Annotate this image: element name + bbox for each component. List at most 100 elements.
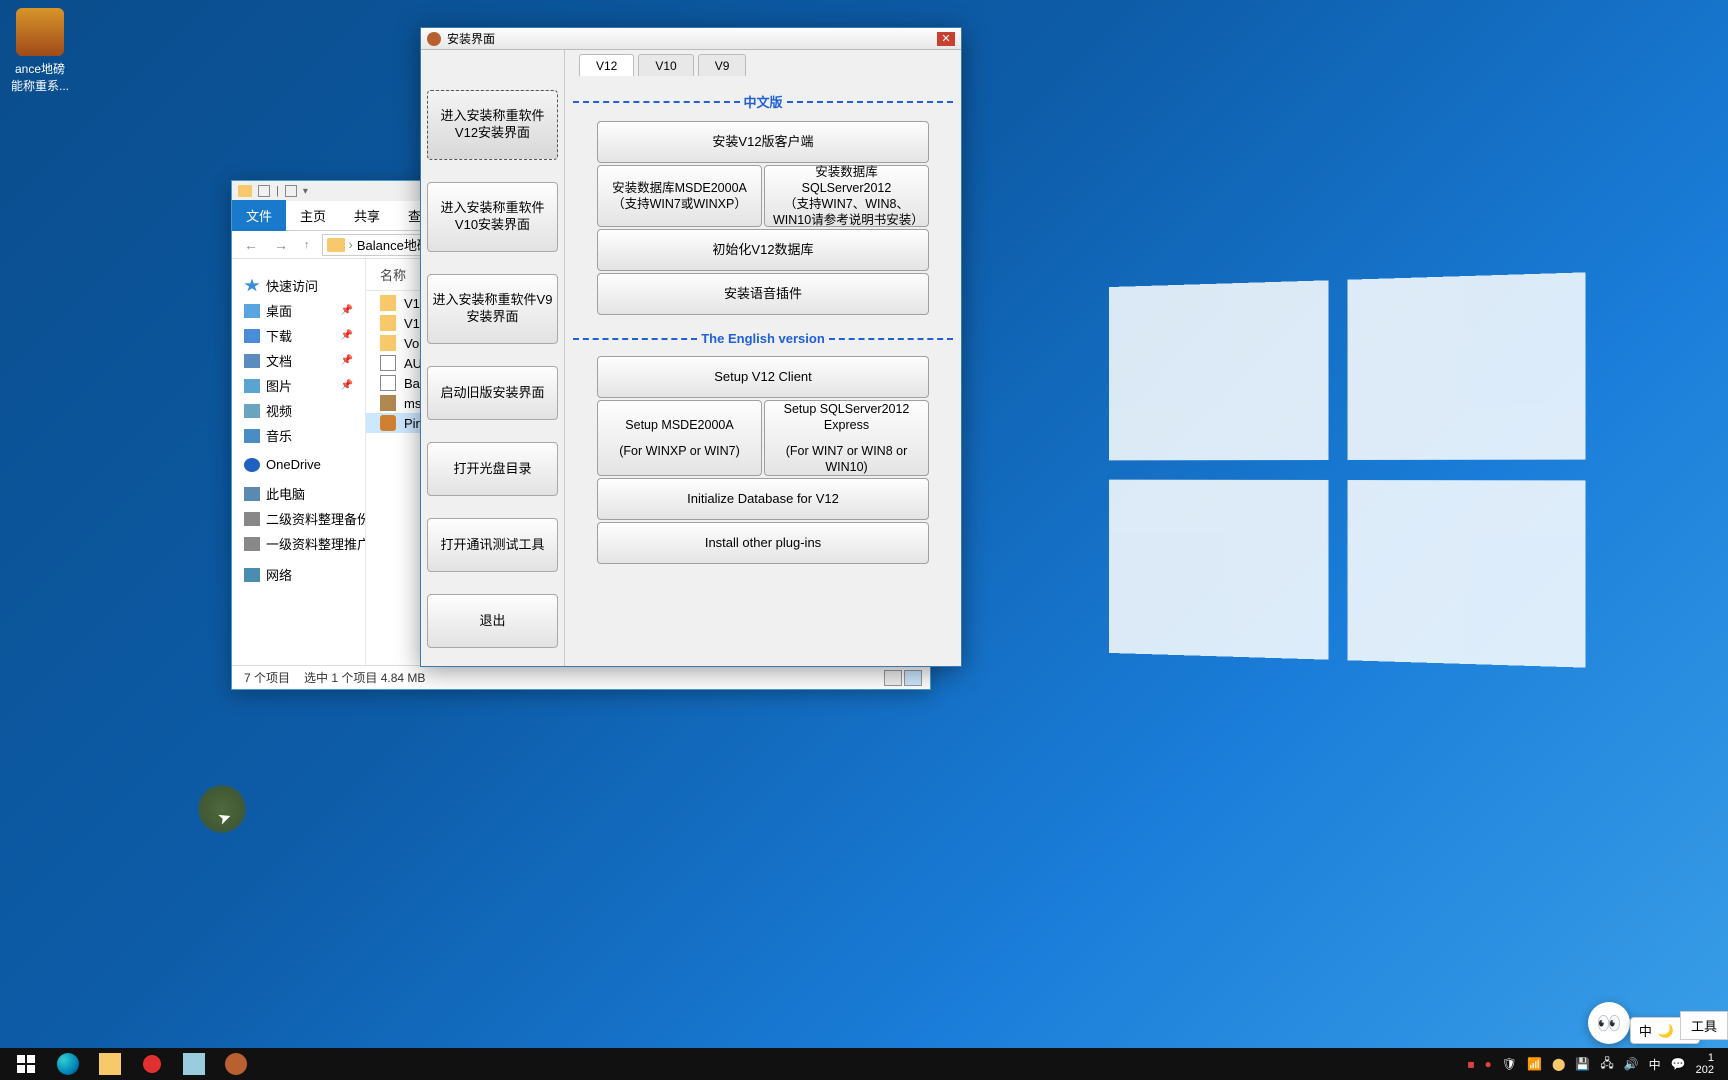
tray-icon[interactable]: 📶: [1527, 1057, 1542, 1071]
setup-sqlserver-button[interactable]: Setup SQLServer2012 Express (For WIN7 or…: [764, 400, 929, 476]
enter-v12-button[interactable]: 进入安装称重软件 V12安装界面: [427, 90, 558, 160]
file-icon: [380, 355, 396, 371]
taskbar-installer[interactable]: [216, 1048, 256, 1080]
status-bar: 7 个项目 选中 1 个项目 4.84 MB: [232, 665, 930, 689]
tray-icon[interactable]: 💾: [1575, 1057, 1590, 1071]
view-details-button[interactable]: [884, 670, 902, 686]
open-comm-test-button[interactable]: 打开通讯测试工具: [427, 518, 558, 572]
init-db-en-button[interactable]: Initialize Database for V12: [597, 478, 929, 520]
download-icon: [244, 329, 260, 343]
nav-quick-access[interactable]: 快速访问: [232, 273, 365, 298]
tray-network-icon[interactable]: 🖧: [1600, 1054, 1613, 1075]
notepad-icon: [183, 1053, 205, 1075]
init-v12-db-button[interactable]: 初始化V12数据库: [597, 229, 929, 271]
star-icon: [244, 279, 260, 293]
nav-up-icon[interactable]: ↑: [300, 239, 314, 251]
installer-titlebar[interactable]: 安装界面 ✕: [421, 28, 961, 50]
tray-volume-icon[interactable]: 🔊: [1624, 1057, 1639, 1071]
taskbar-explorer[interactable]: [90, 1048, 130, 1080]
tray-record-icon[interactable]: ●: [1485, 1057, 1492, 1071]
install-plugins-en-button[interactable]: Install other plug-ins: [597, 522, 929, 564]
enter-v9-button[interactable]: 进入安装称重软件V9安装界面: [427, 274, 558, 344]
english-section-header: The English version: [573, 331, 953, 346]
nav-forward-icon[interactable]: →: [270, 237, 292, 253]
file-icon: [380, 375, 396, 391]
installer-icon: [225, 1053, 247, 1075]
nav-videos[interactable]: 视频: [232, 398, 365, 423]
start-button[interactable]: [6, 1048, 46, 1080]
nav-documents[interactable]: 文档: [232, 348, 365, 373]
app-icon: [427, 32, 441, 46]
windows-logo-backdrop: [1109, 272, 1585, 667]
install-voice-plugin-button[interactable]: 安装语音插件: [597, 273, 929, 315]
nav-drive[interactable]: 二级资料整理备份统: [232, 506, 365, 531]
nav-network[interactable]: 网络: [232, 562, 365, 587]
setup-v12-client-button[interactable]: Setup V12 Client: [597, 356, 929, 398]
edge-icon: [57, 1053, 79, 1075]
tab-file[interactable]: 文件: [232, 200, 286, 231]
navigation-pane: 快速访问 桌面 下载 文档 图片 视频 音乐 OneDrive 此电脑 二级资料…: [232, 259, 366, 665]
desktop-icon: [244, 304, 260, 318]
nav-this-pc[interactable]: 此电脑: [232, 481, 365, 506]
qat-button[interactable]: [285, 185, 297, 197]
installer-window[interactable]: 安装界面 ✕ 进入安装称重软件 V12安装界面 进入安装称重软件V10安装界面 …: [420, 27, 962, 667]
open-cd-dir-button[interactable]: 打开光盘目录: [427, 442, 558, 496]
enter-v10-button[interactable]: 进入安装称重软件V10安装界面: [427, 182, 558, 252]
tab-v9[interactable]: V9: [698, 54, 747, 76]
tab-v10[interactable]: V10: [638, 54, 693, 76]
desktop-shortcut[interactable]: ance地磅 能称重系...: [5, 8, 75, 94]
installer-main: V12 V10 V9 中文版 安装V12版客户端 安装数据库MSDE2000A …: [565, 50, 961, 666]
taskbar-clock[interactable]: 1 202: [1696, 1052, 1714, 1076]
desktop-shortcut-label: ance地磅 能称重系...: [5, 60, 75, 94]
folder-icon: [380, 315, 396, 331]
install-sqlserver-button[interactable]: 安装数据库SQLServer2012 （支持WIN7、WIN8、WIN10请参考…: [764, 165, 929, 227]
tool-button[interactable]: 工具: [1680, 1011, 1728, 1040]
nav-onedrive[interactable]: OneDrive: [232, 454, 365, 475]
folder-icon: [380, 335, 396, 351]
record-icon: [143, 1055, 161, 1073]
pc-icon: [244, 487, 260, 501]
nav-downloads[interactable]: 下载: [232, 323, 365, 348]
nav-music[interactable]: 音乐: [232, 423, 365, 448]
exit-button[interactable]: 退出: [427, 594, 558, 648]
version-tabs: V12 V10 V9: [573, 50, 953, 76]
nav-desktop[interactable]: 桌面: [232, 298, 365, 323]
tray-icon[interactable]: 🛡: [1502, 1057, 1517, 1071]
assistant-bubble[interactable]: 👀: [1588, 1002, 1630, 1044]
view-icons-button[interactable]: [904, 670, 922, 686]
tray-notification-icon[interactable]: 💬: [1671, 1057, 1686, 1071]
tray-icon[interactable]: ⬤: [1552, 1057, 1565, 1071]
launch-old-installer-button[interactable]: 启动旧版安装界面: [427, 366, 558, 420]
folder-icon: [380, 295, 396, 311]
nav-drive[interactable]: 一级资料整理推广19: [232, 531, 365, 556]
folder-icon: [238, 185, 252, 197]
videos-icon: [244, 404, 260, 418]
installer-sidebar: 进入安装称重软件 V12安装界面 进入安装称重软件V10安装界面 进入安装称重软…: [421, 50, 565, 666]
qat-button[interactable]: [258, 185, 270, 197]
network-icon: [244, 568, 260, 582]
close-button[interactable]: ✕: [937, 32, 955, 46]
document-icon: [244, 354, 260, 368]
system-tray: ⏹ ● 🛡 📶 ⬤ 💾 🖧 🔊 中 💬 1 202: [1468, 1052, 1723, 1076]
tab-share[interactable]: 共享: [340, 200, 394, 231]
file-icon: [380, 415, 396, 431]
taskbar-edge[interactable]: [48, 1048, 88, 1080]
drive-icon: [244, 512, 260, 526]
tab-home[interactable]: 主页: [286, 200, 340, 231]
taskbar-notepad[interactable]: [174, 1048, 214, 1080]
folder-icon: [99, 1053, 121, 1075]
nav-back-icon[interactable]: ←: [240, 237, 262, 253]
setup-msde-button[interactable]: Setup MSDE2000A (For WINXP or WIN7): [597, 400, 762, 476]
pictures-icon: [244, 379, 260, 393]
install-v12-client-button[interactable]: 安装V12版客户端: [597, 121, 929, 163]
install-msde-button[interactable]: 安装数据库MSDE2000A （支持WIN7或WINXP）: [597, 165, 762, 227]
nav-pictures[interactable]: 图片: [232, 373, 365, 398]
taskbar-record[interactable]: [132, 1048, 172, 1080]
app-icon: [16, 8, 64, 56]
tab-v12[interactable]: V12: [579, 54, 634, 76]
tray-ime[interactable]: 中: [1649, 1056, 1661, 1073]
drive-icon: [244, 537, 260, 551]
status-selection: 选中 1 个项目 4.84 MB: [304, 669, 425, 686]
chinese-section-header: 中文版: [573, 92, 953, 111]
tray-icon[interactable]: ⏹: [1468, 1056, 1475, 1073]
